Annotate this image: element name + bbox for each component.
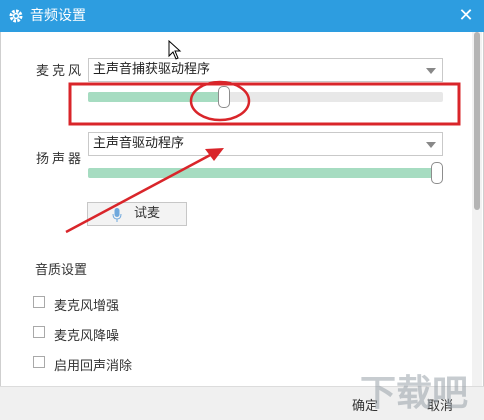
title-bar: 音频设置 ✕	[0, 0, 484, 32]
speaker-device-select[interactable]: 主声音驱动程序	[88, 132, 443, 156]
checkbox-label: 麦克风降噪	[54, 329, 120, 344]
test-mic-label: 试麦	[134, 206, 161, 221]
chevron-down-icon	[426, 68, 436, 74]
checkbox-box[interactable]	[33, 326, 45, 338]
microphone-label: 麦克风	[36, 64, 85, 79]
svg-text:下载吧: 下载吧	[360, 373, 468, 414]
window-title: 音频设置	[30, 8, 86, 24]
checkbox-label: 启用回声消除	[54, 359, 133, 374]
speaker-volume-slider[interactable]	[88, 162, 443, 184]
scrollbar-thumb[interactable]	[474, 32, 480, 210]
scrollbar[interactable]	[472, 32, 482, 386]
microphone-volume-thumb[interactable]	[218, 86, 230, 108]
speaker-label: 扬声器	[36, 152, 85, 167]
gear-icon	[9, 9, 23, 23]
watermark-logo: 下载吧	[360, 373, 468, 414]
microphone-volume-fill	[88, 92, 224, 102]
checkbox-box[interactable]	[33, 356, 45, 368]
speaker-volume-fill	[88, 168, 437, 178]
microphone-volume-slider[interactable]	[88, 86, 443, 108]
microphone-icon	[112, 208, 122, 222]
microphone-device-select[interactable]: 主声音捕获驱动程序	[88, 58, 443, 82]
test-mic-button[interactable]: 试麦	[87, 202, 187, 226]
speaker-volume-thumb[interactable]	[431, 162, 443, 184]
speaker-device-value: 主声音驱动程序	[93, 136, 185, 151]
chevron-down-icon	[426, 142, 436, 148]
mouse-cursor-icon	[168, 40, 182, 60]
microphone-device-value: 主声音捕获驱动程序	[93, 62, 211, 77]
checkbox-box[interactable]	[33, 296, 45, 308]
close-button[interactable]: ✕	[454, 4, 478, 28]
quality-section-title: 音质设置	[35, 263, 88, 278]
checkbox-label: 麦克风增强	[54, 299, 120, 314]
